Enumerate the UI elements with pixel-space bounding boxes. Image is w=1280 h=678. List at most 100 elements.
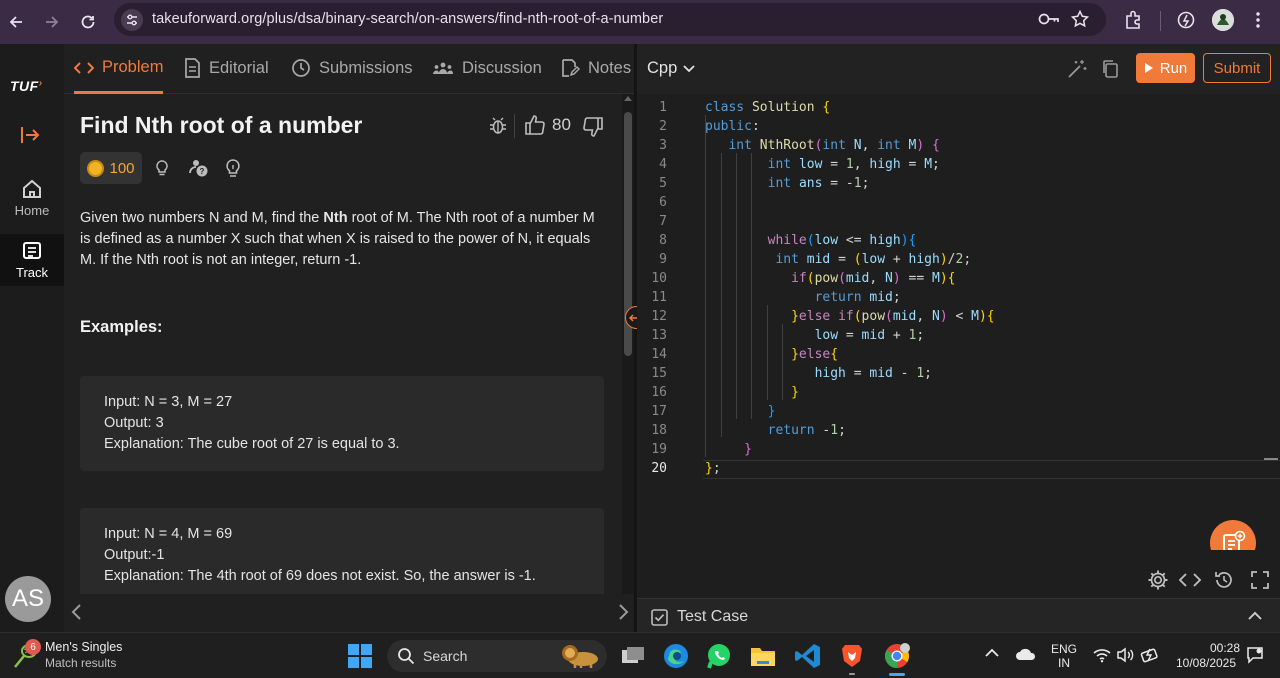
company-tags-icon[interactable]: ? xyxy=(189,158,209,178)
chrome-icon[interactable] xyxy=(883,642,911,670)
code-line: public: xyxy=(705,119,760,134)
hint-bulb-icon[interactable] xyxy=(154,159,170,177)
arrow-left-icon xyxy=(9,16,22,28)
testcase-check-icon xyxy=(651,609,668,626)
track-notes-icon xyxy=(23,242,41,259)
clock[interactable]: 00:28 10/08/2025 xyxy=(1168,641,1244,671)
lion-doodle-icon xyxy=(562,645,598,668)
notification-center-icon[interactable] xyxy=(1246,646,1264,664)
testcase-panel-header[interactable]: Test Case xyxy=(637,598,1280,632)
reset-history-icon[interactable] xyxy=(1214,570,1234,590)
user-avatar[interactable]: AS xyxy=(5,576,51,622)
address-bar[interactable]: takeuforward.org/plus/dsa/binary-search/… xyxy=(114,3,1106,36)
line-number: 11 xyxy=(651,290,667,305)
code-line: int mid = (low + high)/2; xyxy=(775,252,972,267)
problem-description: Given two numbers N and M, find the Nth … xyxy=(80,210,595,268)
performance-icon[interactable] xyxy=(1176,10,1196,30)
sidebar-item-track[interactable]: Track xyxy=(0,234,64,286)
run-button[interactable]: Run xyxy=(1136,53,1195,83)
example-box-1: Input: N = 3, M = 27 Output: 3 Explanati… xyxy=(80,376,604,471)
battery-charging-icon[interactable] xyxy=(1140,646,1160,664)
onedrive-cloud-icon[interactable] xyxy=(1015,647,1037,661)
task-view-icon[interactable] xyxy=(619,642,647,670)
code-line: }; xyxy=(705,461,721,476)
sidebar-item-home[interactable]: Home xyxy=(0,178,64,218)
problem-panel: Problem Editorial Submissions Discussion… xyxy=(64,44,634,632)
arrow-right-icon xyxy=(46,16,59,28)
code-line: } xyxy=(744,442,752,457)
clock-icon xyxy=(292,59,310,77)
examples-heading: Examples: xyxy=(80,318,163,336)
news-subtitle[interactable]: Match results xyxy=(45,656,116,670)
tips-bulb-icon[interactable] xyxy=(224,158,242,178)
code-line: while(low <= high){ xyxy=(767,233,917,248)
app-sidebar: TUF› Home Track AS xyxy=(0,44,64,632)
browser-menu-icon[interactable] xyxy=(1250,10,1266,30)
site-info-icon[interactable] xyxy=(121,9,143,31)
extensions-icon[interactable] xyxy=(1123,10,1143,30)
fullscreen-icon[interactable] xyxy=(1250,570,1270,590)
scroll-up-arrow[interactable] xyxy=(624,96,632,101)
thumbs-down-icon xyxy=(583,117,603,137)
copy-code-icon[interactable] xyxy=(1101,59,1119,79)
line-number: 13 xyxy=(651,328,667,343)
volume-icon[interactable] xyxy=(1116,647,1134,663)
whatsapp-icon[interactable] xyxy=(705,642,733,670)
vscode-icon[interactable] xyxy=(794,642,822,670)
dislike-button[interactable] xyxy=(582,116,604,138)
like-button[interactable]: 80 xyxy=(524,114,571,136)
code-line: int NthRoot(int N, int M) { xyxy=(728,138,940,153)
line-number: 10 xyxy=(651,271,667,286)
input-language[interactable]: ENG IN xyxy=(1048,642,1080,670)
bookmark-star-icon[interactable] xyxy=(1071,10,1089,28)
brave-browser-icon[interactable] xyxy=(838,642,866,670)
format-code-wand-icon[interactable] xyxy=(1067,59,1087,79)
submit-button[interactable]: Submit xyxy=(1203,53,1271,83)
line-number: 16 xyxy=(651,385,667,400)
tuf-logo[interactable]: TUF› xyxy=(10,78,43,94)
news-title[interactable]: Men's Singles xyxy=(45,640,122,654)
reload-button[interactable] xyxy=(74,8,102,36)
editor-toolbar: Cpp Run Submit xyxy=(637,44,1280,94)
expand-sidebar-icon[interactable] xyxy=(19,124,41,146)
edge-browser-icon[interactable] xyxy=(662,642,690,670)
code-line: }else{ xyxy=(791,347,839,362)
language-select[interactable]: Cpp xyxy=(647,59,695,78)
editor-panel: Cpp Run Submit 1 2 3 4 5 6 7 8 9 10 11 1… xyxy=(637,44,1280,632)
code-line: } xyxy=(791,385,799,400)
line-number: 2 xyxy=(659,119,667,134)
taskbar-search[interactable]: Search xyxy=(387,640,607,672)
report-bug-icon[interactable] xyxy=(488,116,508,136)
tab-submissions[interactable]: Submissions xyxy=(291,44,413,92)
wifi-icon[interactable] xyxy=(1093,647,1111,663)
tab-discussion[interactable]: Discussion xyxy=(432,44,542,92)
previous-problem-button[interactable] xyxy=(70,603,84,621)
line-number: 17 xyxy=(651,404,667,419)
code-view-icon[interactable] xyxy=(1179,571,1201,589)
settings-gear-icon[interactable] xyxy=(1147,569,1169,591)
line-number: 8 xyxy=(659,233,667,248)
password-key-icon[interactable] xyxy=(1038,11,1060,27)
tray-chevron-up-icon[interactable] xyxy=(985,648,999,658)
file-explorer-icon[interactable] xyxy=(749,642,777,670)
windows-start-icon[interactable] xyxy=(347,643,373,669)
chevron-up-icon[interactable] xyxy=(1248,611,1262,621)
code-line: class Solution { xyxy=(705,100,831,115)
forward-button[interactable] xyxy=(38,8,66,36)
line-number: 14 xyxy=(651,347,667,362)
profile-avatar[interactable] xyxy=(1212,9,1234,31)
line-number: 18 xyxy=(651,423,667,438)
next-problem-button[interactable] xyxy=(616,603,630,621)
thumbs-up-icon xyxy=(525,115,545,135)
tab-editorial[interactable]: Editorial xyxy=(184,44,269,92)
chevron-down-icon xyxy=(683,64,695,72)
code-editor[interactable]: 1 2 3 4 5 6 7 8 9 10 11 12 13 14 15 16 1… xyxy=(637,94,1280,566)
back-button[interactable] xyxy=(2,8,30,36)
line-number: 3 xyxy=(659,138,667,153)
tab-problem[interactable]: Problem xyxy=(74,44,164,94)
like-count: 80 xyxy=(552,115,571,134)
line-number: 20 xyxy=(651,461,667,476)
notes-edit-icon xyxy=(562,59,580,77)
tab-notes[interactable]: Notes xyxy=(560,44,631,92)
problem-tabs: Problem Editorial Submissions Discussion… xyxy=(64,44,634,94)
